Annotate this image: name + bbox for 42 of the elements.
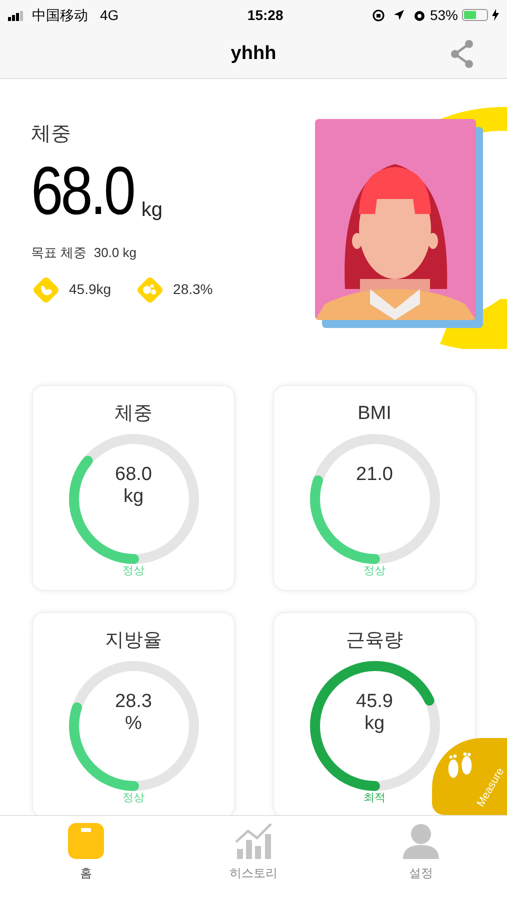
metric-unit: kg — [364, 713, 385, 735]
alarm-icon — [412, 8, 426, 22]
clock: 15:28 — [247, 6, 284, 24]
metric-value: 68.0 — [115, 464, 152, 486]
weight-value: 68.0 — [31, 159, 134, 223]
metric-title: BMI — [356, 402, 392, 426]
metric-unit: kg — [123, 486, 144, 508]
metric-card[interactable]: 체중 68.0 kg 정상 — [32, 385, 235, 591]
goal-weight: 목표 체중 30.0 kg — [31, 244, 138, 262]
metric-card[interactable]: 근육량 45.9 kg 최적 — [273, 612, 476, 818]
battery-percent: 53% — [430, 6, 458, 24]
carrier: 中国移动 — [32, 6, 88, 24]
charging-icon — [492, 9, 499, 21]
person-icon — [402, 822, 440, 860]
stat-value: 45.9kg — [69, 280, 112, 299]
rotation-lock-icon — [372, 8, 385, 22]
metric-status: 최적 — [362, 791, 386, 806]
nav-title: yhhh — [230, 42, 276, 66]
metric-value: 45.9 — [356, 691, 393, 713]
stat-value: 28.3% — [173, 280, 213, 299]
weight-unit: kg — [141, 198, 162, 223]
tab[interactable]: 설정 — [361, 816, 481, 900]
scale-icon — [67, 822, 105, 860]
metric-status: 정상 — [362, 564, 386, 579]
metric-title: 지방율 — [104, 629, 163, 653]
metric-unit: % — [125, 713, 142, 735]
metric-value: 21.0 — [356, 464, 393, 486]
location-icon — [392, 9, 405, 21]
metric-card[interactable]: BMI 21.0 정상 — [273, 385, 476, 591]
chart-icon — [234, 822, 272, 860]
tab[interactable]: 히스토리 — [194, 816, 314, 900]
network-type: 4G — [100, 6, 119, 24]
metric-value: 28.3 — [115, 691, 152, 713]
metric-status: 정상 — [122, 564, 146, 579]
tab[interactable]: 홈 — [26, 816, 146, 900]
metric-title: 근육량 — [345, 629, 404, 653]
metric-status: 정상 — [122, 791, 146, 806]
metric-title: 체중 — [114, 402, 154, 426]
metric-card[interactable]: 지방율 28.3 % 정상 — [32, 612, 235, 818]
share-icon[interactable] — [448, 39, 476, 69]
weight-label: 체중 — [31, 122, 72, 147]
battery-icon — [462, 9, 488, 21]
